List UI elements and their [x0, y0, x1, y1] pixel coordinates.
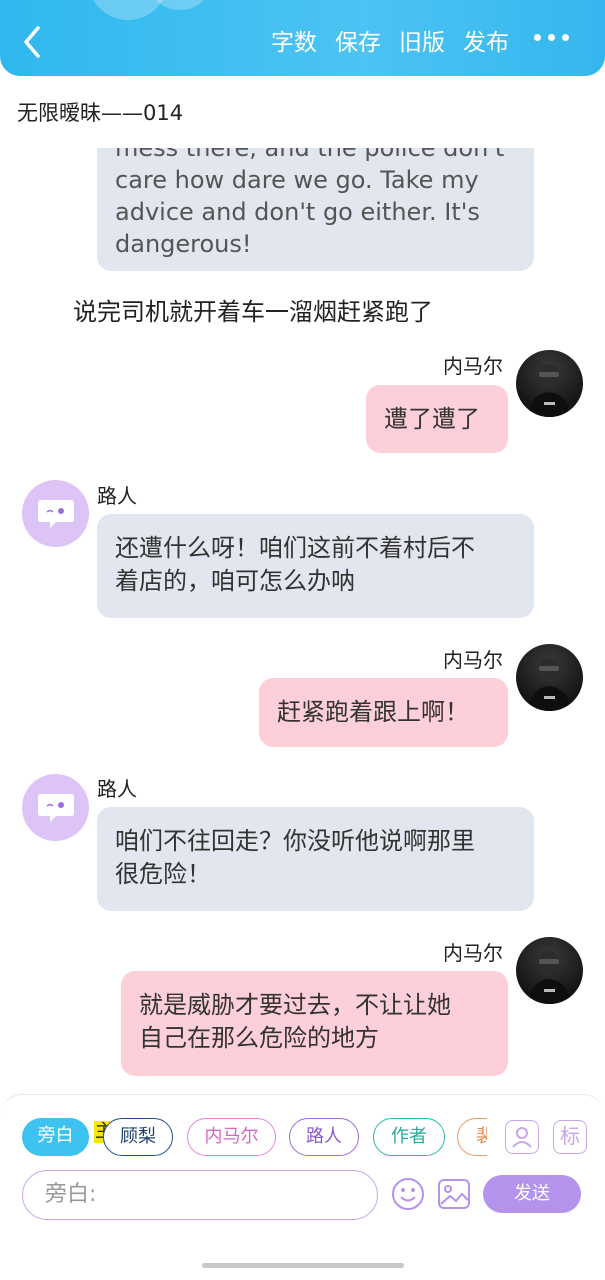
send-button[interactable]: 发送	[483, 1175, 581, 1213]
role-chip-guli[interactable]: 顾梨	[103, 1118, 173, 1156]
smiley-icon	[392, 1178, 424, 1210]
message-line: 自己在那么危险的地方	[139, 1024, 379, 1052]
speaker-name: 内马尔	[443, 648, 503, 672]
avatar[interactable]	[516, 644, 583, 711]
message-bubble[interactable]: 咱们不往回走？你没听他说啊那里 很危险！	[97, 807, 534, 911]
message-line: 就是威胁才要过去，不让让她	[139, 991, 451, 1019]
dialog-input[interactable]: 旁白:	[22, 1170, 378, 1220]
chat-area[interactable]: mess there, and the police don't care ho…	[0, 148, 605, 1088]
speaker-name: 内马尔	[443, 941, 503, 965]
message-line: mess there, and the police don't	[115, 148, 505, 162]
message-bubble[interactable]: 赶紧跑着跟上啊！	[259, 678, 508, 747]
old-version-button[interactable]: 旧版	[399, 26, 445, 60]
back-button[interactable]	[18, 24, 48, 60]
decorative-bubble	[88, 0, 168, 20]
header-actions: 字数 保存 旧版 发布	[271, 26, 509, 60]
document-title: 无限暧昧——014	[17, 101, 184, 125]
role-chip-author[interactable]: 作者	[373, 1118, 445, 1156]
speaker-name: 路人	[97, 777, 137, 801]
avatar[interactable]	[516, 937, 583, 1004]
save-button[interactable]: 保存	[335, 26, 381, 60]
emoji-icon[interactable]	[391, 1177, 425, 1211]
role-chip-narrator[interactable]: 旁白	[22, 1118, 89, 1156]
message-line: 咱们不往回走？你没听他说啊那里	[115, 827, 475, 855]
speaker-name: 路人	[97, 484, 137, 508]
top-bar: 字数 保存 旧版 发布	[0, 0, 605, 76]
person-avatar-icon	[528, 951, 571, 1004]
message-line: dangerous!	[115, 230, 252, 258]
message-bubble[interactable]: 还遭什么呀！咱们这前不着村后不 着店的，咱可怎么办呐	[97, 514, 534, 618]
speaker-name: 内马尔	[443, 354, 503, 378]
person-avatar-icon	[528, 658, 571, 711]
role-chip-clip: 裴	[457, 1118, 487, 1156]
message-line: 着店的，咱可怎么办呐	[115, 567, 355, 595]
picture-icon	[438, 1179, 470, 1209]
message-line: 还遭什么呀！咱们这前不着村后不	[115, 534, 475, 562]
message-bubble[interactable]: 就是威胁才要过去，不让让她 自己在那么危险的地方	[121, 971, 508, 1076]
chevron-left-icon	[24, 26, 40, 58]
more-dot-icon	[548, 34, 555, 41]
more-dot-icon	[562, 34, 569, 41]
person-card-icon[interactable]	[505, 1120, 539, 1154]
avatar[interactable]	[22, 774, 89, 841]
role-chip-neymar[interactable]: 内马尔	[187, 1118, 276, 1156]
image-icon[interactable]	[437, 1178, 471, 1210]
word-count-button[interactable]: 字数	[271, 26, 317, 60]
avatar[interactable]	[22, 480, 89, 547]
message-line: advice and don't go either. It's	[115, 198, 480, 226]
narration-text[interactable]: 说完司机就开着车一溜烟赶紧跑了	[73, 292, 433, 327]
more-dot-icon	[534, 34, 541, 41]
message-line: 很危险！	[115, 860, 211, 888]
message-bubble[interactable]: 遭了遭了	[366, 385, 508, 453]
message-line: care how dare we go. Take my	[115, 166, 479, 194]
chat-bubble-icon	[37, 499, 74, 528]
avatar[interactable]	[516, 350, 583, 417]
publish-button[interactable]: 发布	[463, 26, 509, 60]
person-card-glyph	[512, 1127, 532, 1148]
chat-bubble-icon	[37, 793, 74, 822]
home-indicator[interactable]	[202, 1263, 404, 1268]
role-chip-pei[interactable]: 裴	[457, 1118, 487, 1156]
message-bubble[interactable]: mess there, and the police don't care ho…	[97, 148, 534, 271]
role-chip-passerby[interactable]: 路人	[289, 1118, 359, 1156]
tag-icon[interactable]: 标	[553, 1120, 587, 1154]
person-avatar-icon	[528, 364, 571, 417]
more-button[interactable]	[534, 34, 569, 41]
